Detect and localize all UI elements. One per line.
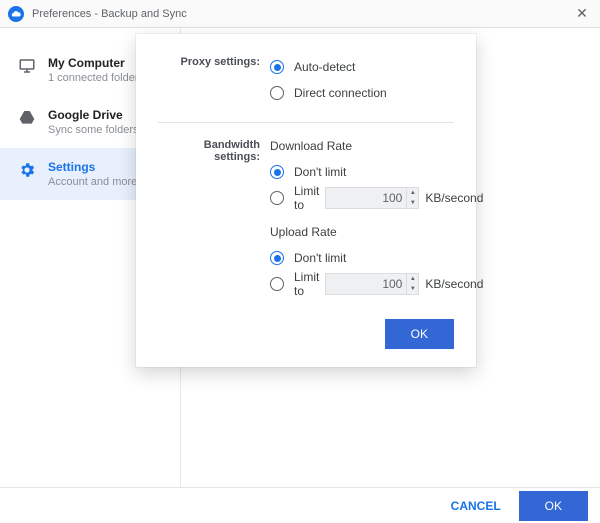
unit-label: KB/second (425, 277, 483, 291)
spin-up-icon[interactable]: ▲ (406, 188, 418, 198)
sidebar-item-label: My Computer (48, 56, 139, 70)
download-limit-input[interactable]: ▲ ▼ (325, 187, 419, 209)
sidebar-item-desc: Sync some folders (48, 124, 138, 136)
dialog-button-row: OK (158, 319, 454, 349)
radio-icon[interactable] (270, 277, 284, 291)
proxy-settings-label: Proxy settings: (158, 54, 270, 106)
upload-dont-limit-option[interactable]: Don't limit (270, 245, 483, 271)
sidebar-item-label: Settings (48, 160, 137, 174)
radio-icon[interactable] (270, 86, 284, 100)
window-title: Preferences - Backup and Sync (32, 8, 187, 20)
unit-label: KB/second (425, 191, 483, 205)
app-cloud-icon (8, 6, 24, 22)
spin-down-icon[interactable]: ▼ (406, 284, 418, 294)
main: My Computer 1 connected folder Google Dr… (0, 28, 600, 487)
footer: CANCEL OK (0, 487, 600, 523)
bandwidth-settings-label: Bandwidth settings: (158, 137, 270, 297)
radio-label: Limit to (294, 184, 319, 212)
radio-icon[interactable] (270, 60, 284, 74)
close-icon[interactable]: ✕ (572, 5, 592, 22)
footer-ok-button[interactable]: OK (519, 491, 588, 521)
upload-limit-input[interactable]: ▲ ▼ (325, 273, 419, 295)
settings-dialog: Proxy settings: Auto-detect Direct conne… (136, 34, 476, 367)
gear-icon (16, 161, 38, 179)
upload-limit-field[interactable] (326, 277, 406, 291)
radio-icon[interactable] (270, 191, 284, 205)
divider (158, 122, 454, 123)
radio-icon[interactable] (270, 251, 284, 265)
download-rate-label: Download Rate (270, 139, 483, 153)
radio-label: Limit to (294, 270, 319, 298)
sidebar-item-label: Google Drive (48, 108, 138, 122)
monitor-icon (16, 57, 38, 75)
spin-down-icon[interactable]: ▼ (406, 198, 418, 208)
drive-icon (16, 109, 38, 125)
cancel-button[interactable]: CANCEL (451, 499, 501, 513)
proxy-row: Proxy settings: Auto-detect Direct conne… (158, 54, 454, 106)
dialog-ok-button[interactable]: OK (385, 319, 454, 349)
radio-label: Don't limit (294, 251, 346, 265)
radio-label: Don't limit (294, 165, 346, 179)
proxy-direct-option[interactable]: Direct connection (270, 80, 454, 106)
sidebar-item-desc: 1 connected folder (48, 72, 139, 84)
download-limit-option[interactable]: Limit to ▲ ▼ KB/second (270, 185, 483, 211)
download-dont-limit-option[interactable]: Don't limit (270, 159, 483, 185)
radio-label: Auto-detect (294, 60, 355, 74)
titlebar: Preferences - Backup and Sync ✕ (0, 0, 600, 28)
bandwidth-row: Bandwidth settings: Download Rate Don't … (158, 137, 454, 297)
upload-limit-option[interactable]: Limit to ▲ ▼ KB/second (270, 271, 483, 297)
download-limit-field[interactable] (326, 191, 406, 205)
upload-rate-label: Upload Rate (270, 225, 483, 239)
sidebar-item-desc: Account and more (48, 176, 137, 188)
spin-up-icon[interactable]: ▲ (406, 274, 418, 284)
radio-label: Direct connection (294, 86, 387, 100)
content: Proxy settings: Auto-detect Direct conne… (180, 28, 600, 487)
radio-icon[interactable] (270, 165, 284, 179)
proxy-auto-option[interactable]: Auto-detect (270, 54, 454, 80)
